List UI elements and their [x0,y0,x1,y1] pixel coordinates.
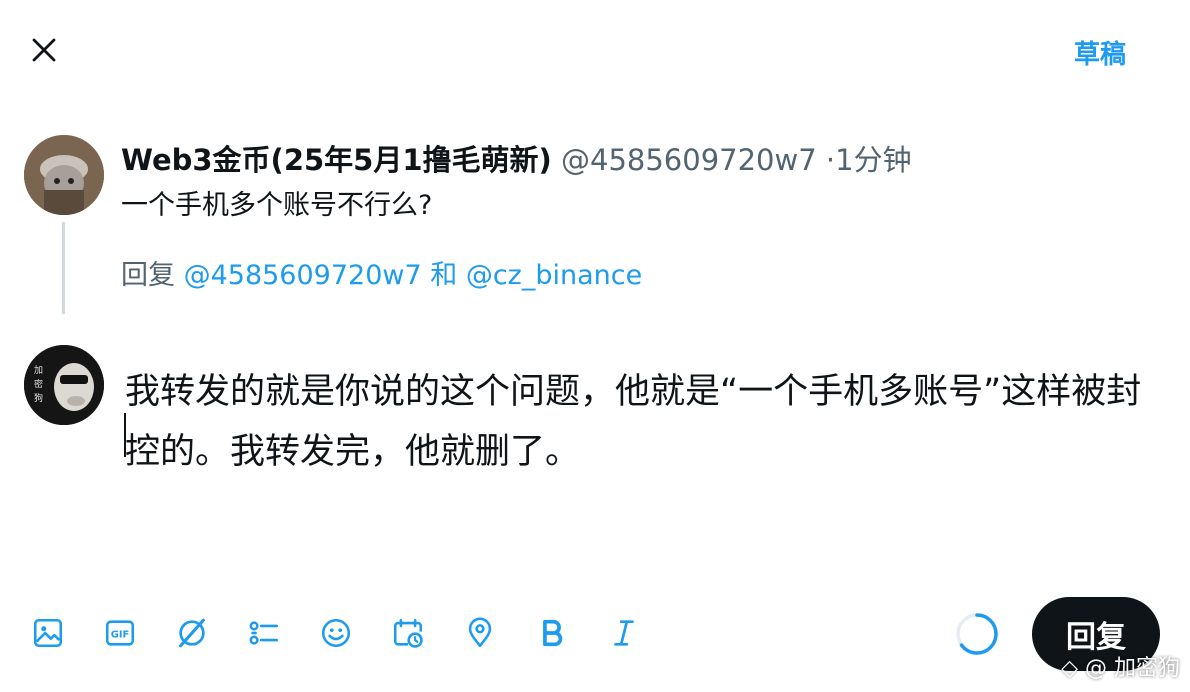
original-author-name[interactable]: Web3金币(25年5月1撸毛萌新) [121,143,552,177]
mention-link-2[interactable]: @cz_binance [466,260,642,291]
poll-icon [249,621,279,645]
watermark: ◇ @ 加密狗 [1061,656,1180,681]
original-author-handle[interactable]: @4585609720w7 [561,143,817,177]
svg-text:GIF: GIF [111,629,130,640]
close-button[interactable] [22,28,66,72]
mention-conjunction[interactable]: 和 [430,260,457,291]
poll-button[interactable] [244,610,284,656]
bold-button[interactable] [532,610,572,656]
image-icon [33,618,63,648]
schedule-icon [393,618,423,648]
replying-to-prefix: 回复 [121,260,175,291]
italic-icon [614,620,634,646]
my-avatar[interactable]: 加 密 狗 [24,345,104,425]
bold-icon [543,619,563,647]
emoji-button[interactable] [316,610,356,656]
separator-dot: · [825,143,836,177]
replying-to-line: 回复 @4585609720w7 和 @cz_binance [121,253,642,292]
post-time[interactable]: 1分钟 [835,143,911,177]
emoji-icon [321,618,351,648]
compose-textarea[interactable]: 我转发的就是你说的这个问题，他就是“一个手机多账号”这样被封控的。我转发完，他就… [125,362,1145,482]
svg-text:密: 密 [34,378,43,390]
grok-button[interactable] [172,610,212,656]
original-author-avatar[interactable] [24,135,104,215]
media-button[interactable] [28,610,68,656]
svg-text:加: 加 [34,365,43,376]
location-icon [468,617,492,648]
drafts-button[interactable]: 草稿 [1074,34,1126,71]
italic-button[interactable] [604,610,644,656]
original-post-text: 一个手机多个账号不行么? [121,190,433,221]
original-post-header: Web3金币(25年5月1撸毛萌新) @4585609720w7 ·1分钟 [121,137,912,179]
schedule-button[interactable] [388,610,428,656]
svg-text:狗: 狗 [34,392,43,404]
close-icon [32,38,56,62]
gif-button[interactable]: GIF [100,610,140,656]
gif-icon: GIF [105,620,135,646]
mention-link-1[interactable]: @4585609720w7 [184,260,422,291]
character-count-ring [956,613,998,655]
grok-icon [179,618,205,648]
thread-connector-line [62,222,65,314]
text-caret [124,413,126,457]
location-button[interactable] [460,610,500,656]
